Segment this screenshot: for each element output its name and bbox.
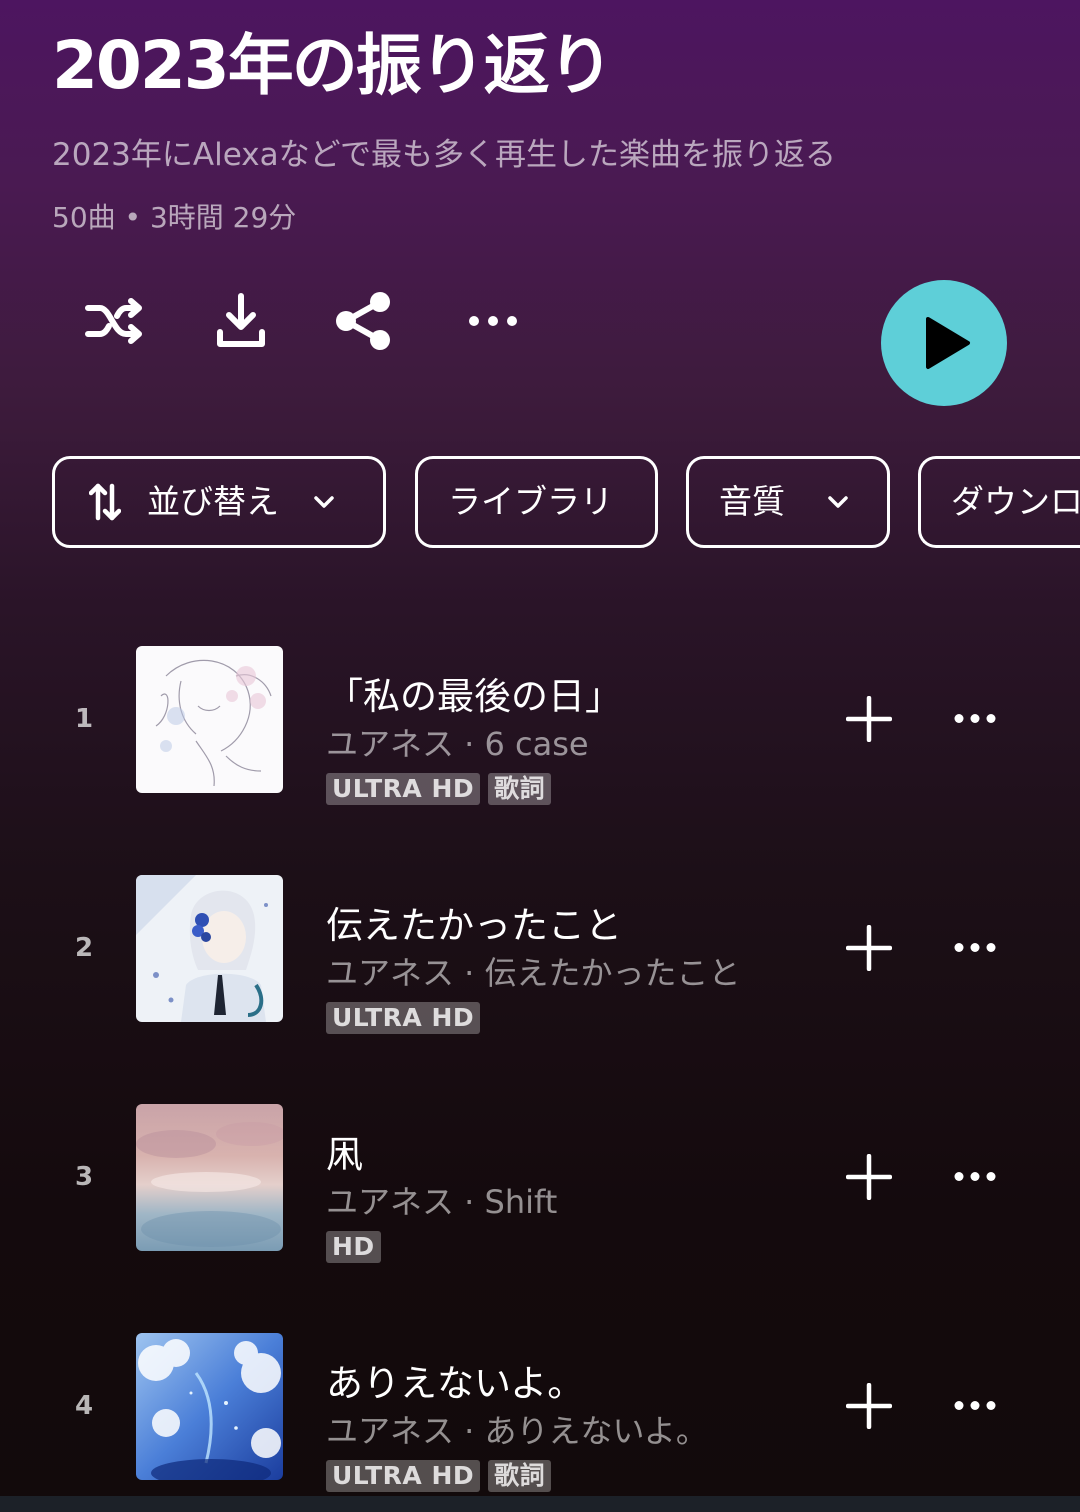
lyrics-badge: 歌詞 xyxy=(488,1460,552,1492)
track-number: 3 xyxy=(74,1162,94,1192)
playlist-description: 2023年にAlexaなどで最も多く再生した楽曲を振り返る xyxy=(52,137,836,173)
playlist-meta: 50曲 • 3時間 29分 xyxy=(52,201,297,234)
download-icon xyxy=(217,293,265,347)
share-button[interactable] xyxy=(330,290,396,352)
play-button[interactable] xyxy=(881,280,1007,406)
lyrics-badge: 歌詞 xyxy=(488,773,552,805)
album-art[interactable] xyxy=(136,1104,283,1251)
bottom-bar xyxy=(0,1496,1080,1512)
sort-filter-chip[interactable]: 並び替え xyxy=(52,456,386,548)
track-artist[interactable]: ユアネス · 伝えたかったこと xyxy=(326,953,741,993)
shuffle-button[interactable] xyxy=(80,288,150,354)
track-title: ありえないよ。 xyxy=(326,1362,585,1405)
sort-icon xyxy=(89,483,121,521)
quality-filter-chip[interactable]: 音質 xyxy=(686,456,890,548)
quality-badge: ULTRA HD xyxy=(326,1460,481,1492)
more-icon xyxy=(469,316,517,326)
more-icon[interactable] xyxy=(954,942,996,953)
add-icon[interactable] xyxy=(846,1154,892,1200)
track-number: 1 xyxy=(74,704,94,734)
add-icon[interactable] xyxy=(846,925,892,971)
track-artist[interactable]: ユアネス · Shift xyxy=(326,1182,557,1222)
album-art[interactable] xyxy=(136,875,283,1022)
album-art[interactable] xyxy=(136,646,283,793)
add-icon[interactable] xyxy=(846,696,892,742)
quality-badge: HD xyxy=(326,1231,381,1263)
sort-filter-label: 並び替え xyxy=(147,482,279,521)
downloaded-filter-label: ダウンロ xyxy=(951,482,1080,521)
more-icon[interactable] xyxy=(954,713,996,724)
library-filter-label: ライブラリ xyxy=(448,482,613,521)
track-artist[interactable]: ユアネス · 6 case xyxy=(326,724,589,764)
chevron-down-icon xyxy=(828,496,848,508)
chevron-down-icon xyxy=(314,496,334,508)
play-icon xyxy=(926,317,970,369)
page-title: 2023年の振り返り xyxy=(52,27,614,104)
album-art[interactable] xyxy=(136,1333,283,1480)
track-title: 伝えたかったこと xyxy=(326,904,622,947)
track-artist[interactable]: ユアネス · ありえないよ。 xyxy=(326,1411,708,1451)
downloaded-filter-chip[interactable]: ダウンロ xyxy=(918,456,1080,548)
track-number: 4 xyxy=(74,1391,94,1421)
quality-badge: ULTRA HD xyxy=(326,773,481,805)
library-filter-chip[interactable]: ライブラリ xyxy=(415,456,658,548)
share-icon xyxy=(336,292,390,350)
quality-filter-label: 音質 xyxy=(719,482,785,521)
track-title: 凩 xyxy=(326,1133,363,1176)
more-icon[interactable] xyxy=(954,1400,996,1411)
more-options-button[interactable] xyxy=(462,300,524,342)
add-icon[interactable] xyxy=(846,1383,892,1429)
track-title: 「私の最後の日」 xyxy=(326,675,622,718)
track-number: 2 xyxy=(74,933,94,963)
shuffle-icon xyxy=(85,298,142,344)
more-icon[interactable] xyxy=(954,1171,996,1182)
quality-badge: ULTRA HD xyxy=(326,1002,481,1034)
download-button[interactable] xyxy=(208,290,274,352)
